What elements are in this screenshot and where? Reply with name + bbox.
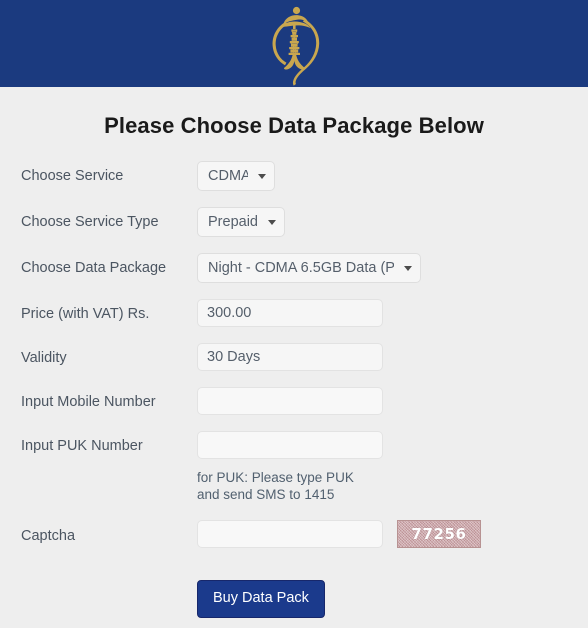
form-row-price: Price (with VAT) Rs.: [0, 299, 588, 327]
select-wrap-service-type: Prepaid: [197, 207, 285, 237]
label-choose-service: Choose Service: [21, 168, 124, 184]
service-type-select[interactable]: Prepaid: [197, 207, 285, 237]
puk-helper-note-line2: and send SMS to 1415: [197, 487, 335, 502]
control-validity: [197, 343, 588, 371]
control-price: [197, 299, 588, 327]
data-package-form: Choose Service CDMA Choose Service Type …: [0, 161, 588, 618]
select-wrap-data-package: Night - CDMA 6.5GB Data (Post: [197, 253, 421, 283]
captcha-image: 77256: [397, 520, 481, 548]
label-mobile-number: Input Mobile Number: [21, 394, 156, 410]
price-field: [197, 299, 383, 327]
captcha-input[interactable]: [197, 520, 383, 548]
form-row-puk-number: Input PUK Number: [0, 431, 588, 459]
control-choose-data-package: Night - CDMA 6.5GB Data (Post: [197, 253, 588, 283]
control-mobile-number: [197, 387, 588, 415]
label-choose-data-package: Choose Data Package: [21, 260, 167, 276]
validity-field: [197, 343, 383, 371]
site-header: [0, 0, 588, 87]
captcha-group: 77256: [197, 520, 481, 548]
data-package-select[interactable]: Night - CDMA 6.5GB Data (Post: [197, 253, 421, 283]
buy-data-pack-button[interactable]: Buy Data Pack: [197, 580, 325, 618]
mobile-number-input[interactable]: [197, 387, 383, 415]
label-price: Price (with VAT) Rs.: [21, 306, 150, 322]
form-row-mobile-number: Input Mobile Number: [0, 387, 588, 415]
control-captcha: 77256: [197, 520, 588, 548]
page-title: Please Choose Data Package Below: [104, 113, 484, 138]
select-wrap-service: CDMA: [197, 161, 275, 191]
label-puk-number: Input PUK Number: [21, 438, 143, 454]
label-choose-service-type: Choose Service Type: [21, 214, 159, 230]
form-row-choose-data-package: Choose Data Package Night - CDMA 6.5GB D…: [0, 253, 588, 283]
captcha-code-text: 77256: [411, 525, 467, 543]
form-row-validity: Validity: [0, 343, 588, 371]
control-puk-number: [197, 431, 588, 459]
label-validity: Validity: [21, 350, 67, 366]
service-select[interactable]: CDMA: [197, 161, 275, 191]
label-captcha: Captcha: [21, 527, 76, 544]
puk-number-input[interactable]: [197, 431, 383, 459]
nepal-telecom-logo: [272, 6, 320, 86]
control-choose-service-type: Prepaid: [197, 207, 588, 237]
form-row-captcha: Captcha 77256: [0, 520, 588, 548]
puk-helper-note: for PUK: Please type PUK and send SMS to…: [0, 469, 588, 503]
submit-row: Buy Data Pack: [0, 580, 588, 618]
form-row-choose-service: Choose Service CDMA: [0, 161, 588, 191]
puk-helper-note-line1: for PUK: Please type PUK: [197, 470, 354, 485]
form-row-choose-service-type: Choose Service Type Prepaid: [0, 207, 588, 237]
control-choose-service: CDMA: [197, 161, 588, 191]
